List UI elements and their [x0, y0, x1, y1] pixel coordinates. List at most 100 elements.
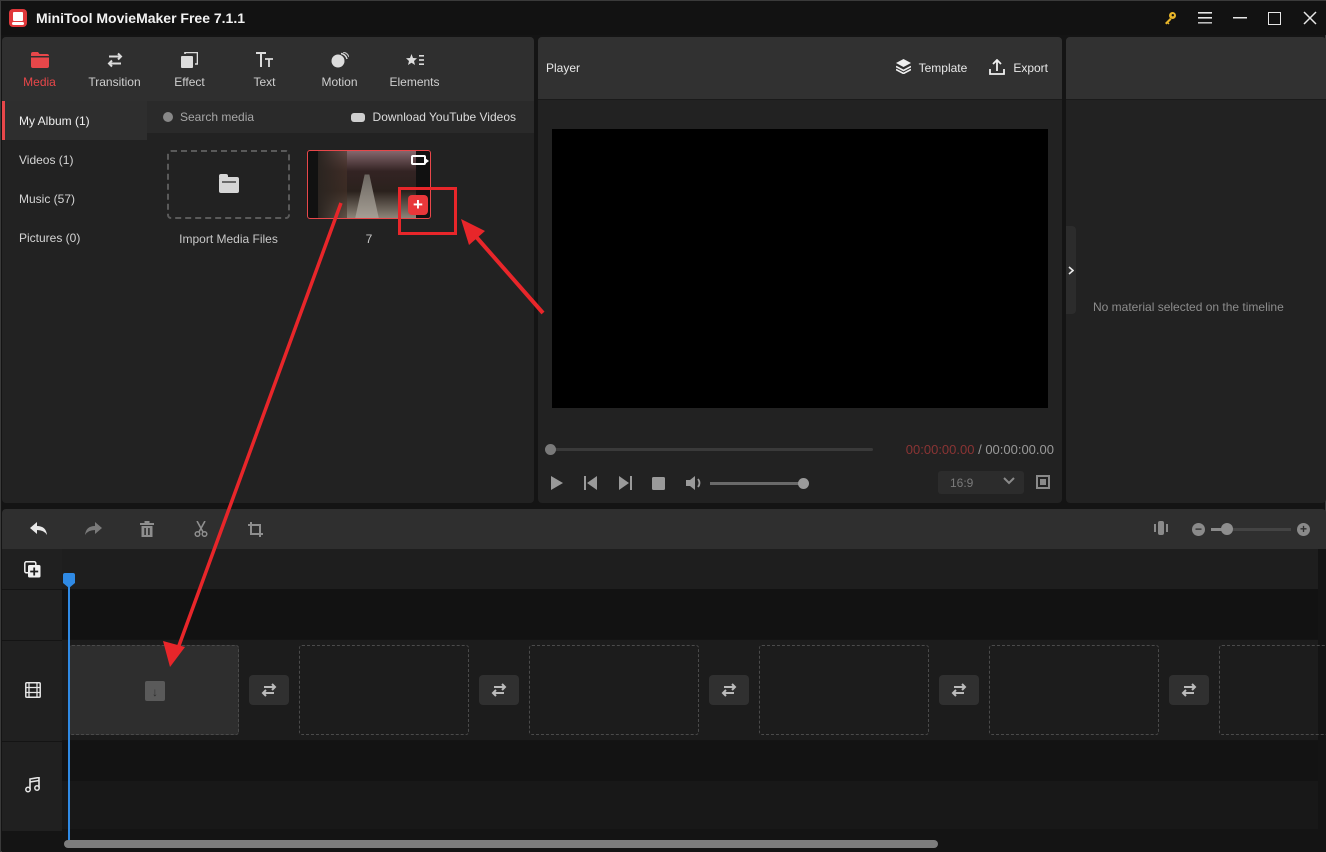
main-tabs: Media Transition Effect Text Motion Elem… [2, 37, 534, 101]
annotation-highlight-box [398, 187, 457, 235]
track-divider [2, 589, 62, 590]
maximize-icon[interactable] [1257, 1, 1292, 35]
volume-slider[interactable] [710, 477, 809, 489]
no-selection-message: No material selected on the timeline [1093, 300, 1284, 314]
clip-slot[interactable]: ↓ [69, 645, 239, 735]
swap-arrows-icon [951, 683, 967, 697]
star-list-icon [405, 49, 424, 71]
search-placeholder: Search media [180, 110, 255, 124]
swap-arrows-icon [721, 683, 737, 697]
sidebar-item-music[interactable]: Music (57) [2, 179, 147, 218]
time-display: 00:00:00.00 / 00:00:00.00 [906, 442, 1054, 457]
swap-arrows-icon [1181, 683, 1197, 697]
audio-track-lower[interactable] [62, 781, 1318, 829]
folder-icon [218, 173, 239, 193]
total-time: 00:00:00.00 [985, 442, 1054, 457]
add-track-icon[interactable] [24, 561, 41, 578]
layers-icon [895, 59, 911, 77]
clip-slot[interactable] [759, 645, 929, 735]
chevron-down-icon [1003, 477, 1015, 488]
transition-button[interactable] [479, 675, 519, 705]
clip-slot[interactable] [299, 645, 469, 735]
timeline-toolbar: − + [2, 509, 1326, 549]
search-input[interactable]: Search media [163, 110, 254, 124]
template-label: Template [918, 61, 968, 75]
video-track-icon [24, 682, 42, 700]
key-icon[interactable] [1152, 1, 1187, 35]
zoom-slider-handle[interactable] [1221, 523, 1233, 535]
next-frame-button[interactable] [618, 476, 652, 490]
download-youtube-button[interactable]: Download YouTube Videos [350, 110, 516, 124]
redo-icon[interactable] [66, 522, 120, 536]
timeline: ↓ [2, 549, 1326, 852]
download-youtube-label: Download YouTube Videos [372, 110, 516, 124]
volume-icon[interactable] [686, 476, 706, 490]
delete-icon[interactable] [120, 521, 174, 537]
motion-ball-icon [331, 49, 349, 71]
playhead-line[interactable] [68, 575, 70, 841]
crop-icon[interactable] [228, 521, 282, 537]
transition-button[interactable] [939, 675, 979, 705]
collapse-panel-button[interactable] [1066, 226, 1076, 314]
horizontal-scrollbar[interactable] [64, 840, 938, 848]
tab-motion[interactable]: Motion [302, 37, 377, 101]
previous-frame-button[interactable] [584, 476, 618, 490]
transition-button[interactable] [249, 675, 289, 705]
seek-handle[interactable] [545, 444, 556, 455]
tab-elements[interactable]: Elements [377, 37, 452, 101]
clip-slot[interactable] [529, 645, 699, 735]
clip-slot[interactable] [1219, 645, 1326, 735]
app-title: MiniTool MovieMaker Free 7.1.1 [36, 10, 246, 26]
sidebar-item-my-album[interactable]: My Album (1) [2, 101, 147, 140]
volume-handle[interactable] [798, 477, 809, 489]
transition-button[interactable] [709, 675, 749, 705]
play-button[interactable] [550, 476, 584, 490]
app-logo-icon [9, 9, 27, 27]
template-button[interactable]: Template [895, 59, 968, 77]
snap-icon[interactable] [1154, 521, 1168, 538]
playback-controls [550, 473, 809, 493]
export-button[interactable]: Export [989, 58, 1048, 78]
swap-arrows-icon [261, 683, 277, 697]
import-media-button[interactable] [167, 150, 290, 219]
export-upload-icon [989, 58, 1006, 78]
track-divider [2, 640, 62, 641]
track-divider [2, 741, 62, 742]
stop-button[interactable] [652, 476, 686, 490]
zoom-in-button[interactable]: + [1297, 523, 1310, 536]
aspect-ratio-value: 16:9 [950, 475, 974, 490]
title-bar: MiniTool MovieMaker Free 7.1.1 [1, 1, 1326, 35]
current-time: 00:00:00.00 [905, 442, 975, 457]
zoom-slider[interactable] [1211, 523, 1291, 535]
search-icon [163, 112, 173, 122]
folder-icon [30, 49, 49, 71]
sidebar-item-videos[interactable]: Videos (1) [2, 140, 147, 179]
properties-header [1066, 37, 1326, 100]
transition-button[interactable] [1169, 675, 1209, 705]
timeline-ruler[interactable] [62, 549, 1318, 589]
undo-icon[interactable] [12, 522, 66, 536]
zoom-out-button[interactable]: − [1192, 523, 1205, 536]
tab-media[interactable]: Media [2, 37, 77, 101]
tab-transition[interactable]: Transition [77, 37, 152, 101]
split-icon[interactable] [174, 521, 228, 537]
tab-text[interactable]: Text [227, 37, 302, 101]
aspect-ratio-select[interactable]: 16:9 [938, 471, 1024, 494]
video-track[interactable]: ↓ [62, 640, 1326, 740]
sidebar-item-pictures[interactable]: Pictures (0) [2, 218, 147, 257]
audio-track[interactable] [62, 741, 1318, 781]
clip-slot[interactable] [989, 645, 1159, 735]
swap-arrows-icon [491, 683, 507, 697]
overlay-track[interactable] [62, 589, 1318, 639]
app-window: MiniTool MovieMaker Free 7.1.1 Media Tra… [0, 0, 1326, 852]
export-label: Export [1013, 61, 1048, 75]
fullscreen-icon[interactable] [1036, 475, 1050, 489]
close-icon[interactable] [1292, 1, 1326, 35]
menu-icon[interactable] [1187, 1, 1222, 35]
youtube-download-icon [350, 112, 365, 122]
seek-bar[interactable] [545, 444, 873, 455]
minimize-icon[interactable] [1222, 1, 1257, 35]
tab-effect[interactable]: Effect [152, 37, 227, 101]
text-tt-icon [255, 49, 274, 71]
player-header: Player Template Export [538, 37, 1062, 100]
